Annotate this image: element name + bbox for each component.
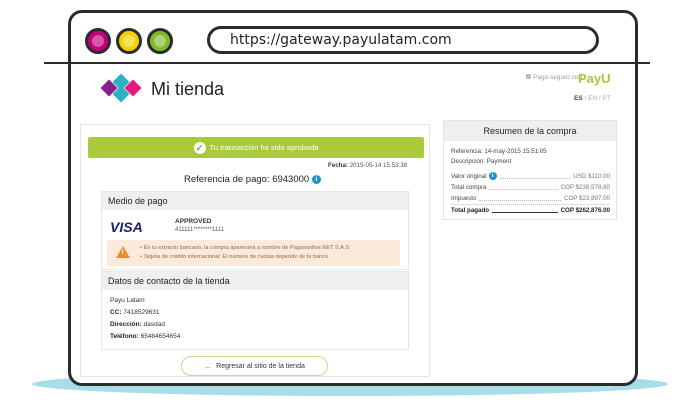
contact-name: Payu Latam: [110, 297, 145, 304]
contact-cc: CC: 7418529631: [110, 309, 160, 316]
store-contact-heading: Datos de contacto de la tienda: [102, 272, 408, 290]
payment-reference: Referencia de pago: 6943000 i: [184, 174, 321, 185]
notice-line-1: • En tu extracto bancario, la compra apa…: [140, 245, 350, 251]
summary-reference: Referencia: 14-may-2015 15:51:05: [451, 148, 547, 155]
approval-message: Tu transacción ha sido aprobada: [209, 143, 319, 152]
toolbar-divider: [44, 62, 650, 64]
lock-icon: [526, 74, 531, 79]
notice-line-2: • Tarjeta de crédito internacional: El n…: [140, 254, 329, 260]
minimize-dot[interactable]: [116, 28, 142, 54]
approval-banner: ✓ Tu transacción ha sido aprobada: [88, 137, 424, 158]
payu-logo: PayU: [578, 71, 611, 86]
back-to-store-label: Regresar al sitio de la tienda: [216, 362, 305, 370]
summary-row-tax: Impuesto COP $23,897.00: [451, 195, 610, 202]
lang-es[interactable]: ES: [574, 95, 583, 102]
transaction-date: Fecha: 2015-05-14 15:53:38: [328, 162, 408, 169]
arrow-left-icon: ←: [204, 361, 213, 371]
secure-payment-label: Pago seguro con: [526, 74, 582, 81]
contact-phone: Teléfono: 65484654654: [110, 333, 181, 340]
address-bar[interactable]: https://gateway.payulatam.com: [207, 26, 599, 54]
back-to-store-button[interactable]: ← Regresar al sitio de la tienda: [181, 356, 328, 376]
info-icon[interactable]: i: [488, 172, 497, 180]
summary-description: Descripción: Payment: [451, 158, 512, 165]
language-switcher[interactable]: ES / EN / PT: [574, 95, 611, 102]
contact-address: Dirección: dasdad: [110, 321, 165, 328]
payment-notice: ! • En tu extracto bancario, la compra a…: [107, 240, 400, 266]
info-icon[interactable]: i: [311, 174, 321, 184]
check-icon: ✓: [193, 141, 206, 154]
store-logo: [100, 74, 142, 103]
visa-logo: VISA: [110, 219, 143, 235]
payment-method-heading: Medio de pago: [102, 192, 408, 210]
summary-row-total-paid: Total pagado COP $262,876.00: [451, 207, 610, 214]
summary-row-original: Valor original i USD $110.00: [451, 172, 610, 180]
summary-divider: [451, 204, 610, 205]
close-dot[interactable]: [85, 28, 111, 54]
lang-others[interactable]: / EN / PT: [584, 95, 610, 102]
card-number: 411111********1111: [175, 227, 224, 233]
maximize-dot[interactable]: [147, 28, 173, 54]
store-name: Mi tienda: [151, 79, 225, 99]
summary-row-total-purchase: Total compra COP $238,978.80: [451, 184, 610, 191]
purchase-summary-heading: Resumen de la compra: [444, 121, 616, 141]
payment-status: APPROVED: [175, 218, 212, 225]
